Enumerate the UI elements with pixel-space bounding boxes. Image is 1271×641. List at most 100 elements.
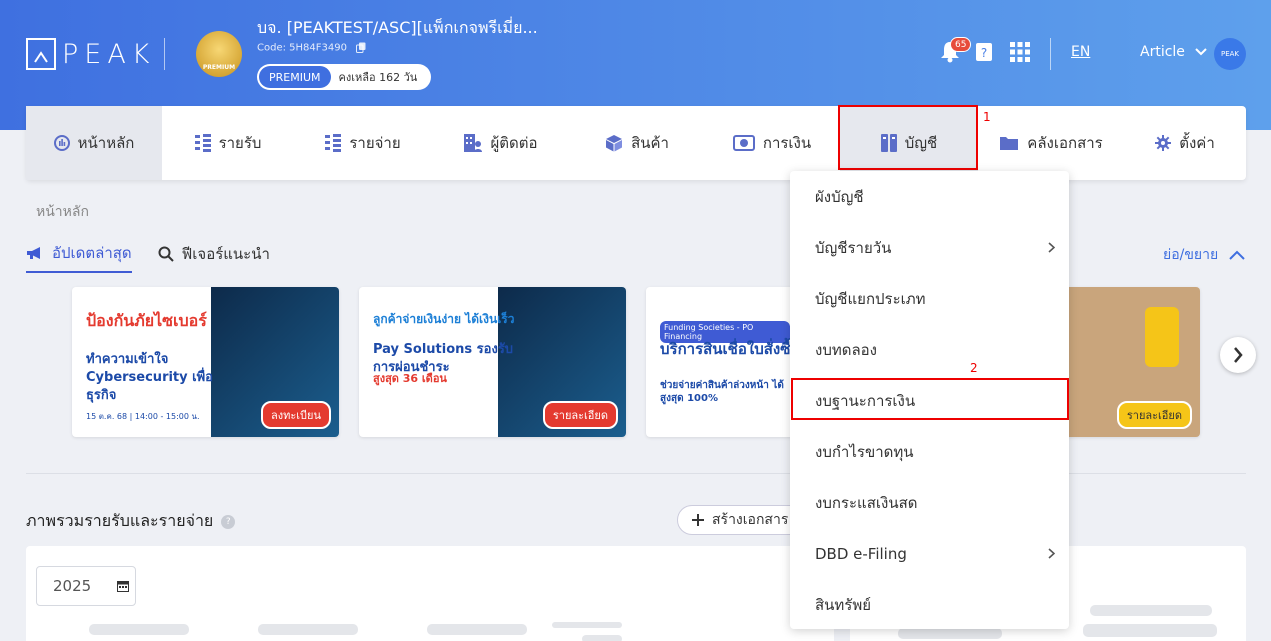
chevron-right-icon xyxy=(1048,242,1055,253)
chevron-right-icon xyxy=(1234,347,1243,363)
nav-item-finance[interactable]: การเงิน xyxy=(704,106,840,180)
logo-text: PEAK xyxy=(62,38,156,70)
tab-updates[interactable]: อัปเดตล่าสุด xyxy=(26,241,132,273)
collapse-toggle[interactable]: ย่อ/ขยาย xyxy=(1163,244,1245,266)
menu-label: งบทดลอง xyxy=(815,340,877,359)
menu-item-journal[interactable]: บัญชีรายวัน xyxy=(790,222,1069,273)
header-divider xyxy=(164,38,165,70)
menu-item-chart-of-accounts[interactable]: ผังบัญชี xyxy=(790,171,1069,222)
menu-label: งบกระแสเงินสด xyxy=(815,493,918,512)
create-label: สร้างเอกสาร xyxy=(712,512,789,528)
premium-crown-icon: PREMIUM xyxy=(196,31,242,77)
folder-icon xyxy=(1000,137,1019,150)
tab-features[interactable]: ฟีเจอร์แนะนำ xyxy=(158,241,270,273)
product-box-icon xyxy=(606,135,623,152)
company-code: Code: 5H84F3490 xyxy=(257,42,366,54)
nav-label: ตั้งค่า xyxy=(1179,134,1215,152)
banner-funding[interactable]: Funding Societies - PO Financing บริการส… xyxy=(646,287,796,437)
help-icon[interactable]: ? xyxy=(221,514,236,529)
menu-item-income-statement[interactable]: งบกำไรขาดทุน xyxy=(790,426,1069,477)
menu-item-dbd-efiling[interactable]: DBD e-Filing xyxy=(790,528,1069,579)
menu-item-general-ledger[interactable]: บัญชีแยกประเภท xyxy=(790,273,1069,324)
loading-skeleton xyxy=(258,624,358,635)
banner-cybersecurity[interactable]: ป้องกันภัยไซเบอร์ ทำความเข้าใจ Cybersecu… xyxy=(72,287,339,437)
annotation-box-2 xyxy=(791,378,1069,420)
copy-icon[interactable] xyxy=(356,42,366,53)
dashboard-icon xyxy=(53,135,70,151)
banner-pay-solutions[interactable]: ลูกค้าจ่ายเงินง่าย ได้เงินเร็ว Pay Solut… xyxy=(359,287,626,437)
company-title[interactable]: บจ. [PEAKTEST/ASC][แพ็กเกจพรีเมี่ย... xyxy=(257,16,538,41)
nav-item-products[interactable]: สินค้า xyxy=(570,106,704,180)
header-divider-2 xyxy=(1050,38,1051,70)
banner-button[interactable]: รายละเอียด xyxy=(1116,401,1192,429)
notification-badge: 65 xyxy=(950,37,972,52)
nav-item-contacts[interactable]: ผู้ติดต่อ xyxy=(432,106,570,180)
plus-icon xyxy=(692,514,704,526)
plan-pill[interactable]: PREMIUM คงเหลือ 162 วัน xyxy=(257,64,431,90)
user-name: Article xyxy=(1140,44,1185,60)
search-icon xyxy=(158,246,174,262)
nav-item-expense[interactable]: รายจ่าย xyxy=(294,106,432,180)
crown-label: PREMIUM xyxy=(202,64,236,71)
company-code-text: Code: 5H84F3490 xyxy=(257,42,347,54)
chevron-down-icon xyxy=(1195,48,1208,56)
nav-label: รายจ่าย xyxy=(349,134,401,152)
nav-label: ผู้ติดต่อ xyxy=(490,134,538,152)
logo-mark-icon xyxy=(26,38,56,70)
banner-title: ลูกค้าจ่ายเงินง่าย ได้เงินเร็ว xyxy=(373,312,515,326)
menu-label: บัญชีแยกประเภท xyxy=(815,289,926,308)
banner-title: ป้องกันภัยไซเบอร์ xyxy=(86,311,207,330)
nav-item-documents[interactable]: คลังเอกสาร xyxy=(978,106,1124,180)
carousel-next-button[interactable] xyxy=(1220,337,1256,373)
expense-icon xyxy=(325,134,342,152)
year-value: 2025 xyxy=(53,577,92,595)
year-select[interactable]: 2025 xyxy=(36,566,136,606)
gear-icon xyxy=(1155,135,1172,151)
section-title-text: ภาพรวมรายรับและรายจ่าย xyxy=(26,511,214,530)
apps-grid-icon[interactable] xyxy=(1010,42,1030,62)
menu-item-cash-flow[interactable]: งบกระแสเงินสด xyxy=(790,477,1069,528)
annotation-box-1 xyxy=(838,105,978,170)
breadcrumb: หน้าหลัก xyxy=(36,204,89,220)
nav-item-home[interactable]: หน้าหลัก xyxy=(26,106,162,180)
menu-label: งบกำไรขาดทุน xyxy=(815,442,914,461)
help-book-icon[interactable]: ? xyxy=(975,42,993,62)
loading-skeleton xyxy=(552,622,622,628)
nav-item-income[interactable]: รายรับ xyxy=(162,106,294,180)
section-title: ภาพรวมรายรับและรายจ่าย? xyxy=(26,509,236,534)
nav-label: การเงิน xyxy=(762,134,812,152)
chevron-up-icon xyxy=(1228,250,1245,260)
banner-button[interactable]: ลงทะเบียน xyxy=(261,401,331,429)
menu-label: สินทรัพย์ xyxy=(815,595,872,614)
loading-skeleton xyxy=(1083,624,1217,637)
menu-item-trial-balance[interactable]: งบทดลอง xyxy=(790,324,1069,375)
nav-label: สินค้า xyxy=(631,134,669,152)
loading-skeleton xyxy=(89,624,189,635)
loading-skeleton xyxy=(582,635,622,641)
main-nav: หน้าหลัก รายรับ รายจ่าย ผู้ติดต่อ สินค้า… xyxy=(26,106,1246,180)
plan-badge: PREMIUM xyxy=(259,66,331,88)
banner-button[interactable]: รายละเอียด xyxy=(542,401,618,429)
collapse-label: ย่อ/ขยาย xyxy=(1163,247,1219,263)
plan-remaining: คงเหลือ 162 วัน xyxy=(338,71,418,84)
contacts-icon xyxy=(464,134,483,152)
loading-skeleton xyxy=(427,624,527,635)
avatar[interactable]: PEAK xyxy=(1214,38,1246,70)
peak-logo[interactable]: PEAK xyxy=(26,38,156,70)
create-document-button[interactable]: สร้างเอกสาร xyxy=(677,505,807,535)
nav-label: หน้าหลัก xyxy=(77,134,135,152)
menu-item-assets[interactable]: สินทรัพย์ xyxy=(790,579,1069,630)
chevron-right-icon xyxy=(1048,548,1055,559)
user-menu[interactable]: Article xyxy=(1140,44,1208,60)
banner-detail: 15 ต.ค. 68 | 14:00 - 15:00 น. xyxy=(86,412,200,421)
banner-title: บริการสินเชื่อใบสั่งซื้อ xyxy=(660,340,796,358)
nav-item-settings[interactable]: ตั้งค่า xyxy=(1124,106,1246,180)
annotation-label-2: 2 xyxy=(970,361,978,375)
banner-promo[interactable]: รายละเอียด xyxy=(1065,287,1200,437)
annotation-label-1: 1 xyxy=(983,110,991,124)
menu-label: บัญชีรายวัน xyxy=(815,238,892,257)
phone-image xyxy=(1145,307,1179,367)
language-switch[interactable]: EN xyxy=(1071,44,1090,60)
nav-label: รายรับ xyxy=(218,134,262,152)
menu-label: DBD e-Filing xyxy=(815,544,907,563)
